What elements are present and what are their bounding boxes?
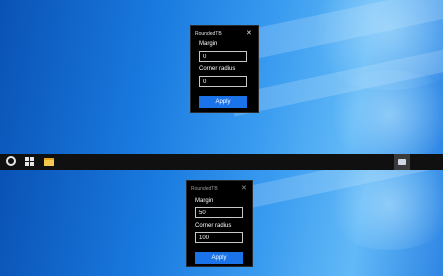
roundedtb-window-bottom: RoundedTB ✕ Margin Corner radius Apply [186,180,253,267]
search-icon[interactable] [6,156,16,166]
window-title: RoundedTB [191,186,218,192]
file-explorer-icon[interactable] [44,158,54,166]
margin-label: Margin [199,41,218,47]
margin-label: Margin [195,198,214,204]
corner-radius-field[interactable] [195,232,243,243]
close-icon[interactable]: ✕ [241,185,247,192]
task-view-icon[interactable] [25,157,35,167]
corner-radius-label: Corner radius [199,66,236,72]
margin-field[interactable] [195,207,243,218]
corner-radius-field[interactable] [199,76,247,87]
apply-button[interactable]: Apply [199,96,247,108]
roundedtb-window-top: RoundedTB ✕ Margin Corner radius Apply [190,25,259,113]
apply-button[interactable]: Apply [195,252,243,264]
taskbar [0,154,443,170]
window-title: RoundedTB [195,31,222,37]
margin-field[interactable] [199,51,247,62]
tray-app-icon[interactable] [394,154,410,170]
close-icon[interactable]: ✕ [246,30,252,37]
corner-radius-label: Corner radius [195,223,232,229]
